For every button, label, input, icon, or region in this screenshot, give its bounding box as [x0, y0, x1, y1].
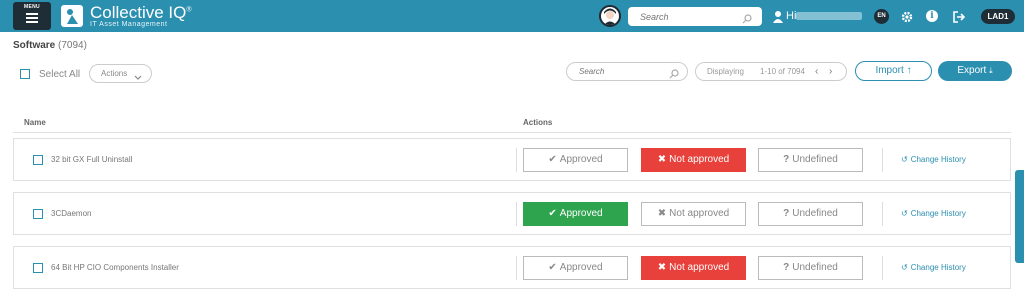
column-header-actions: Actions — [523, 118, 553, 127]
row-checkbox[interactable] — [33, 263, 43, 273]
user-icon — [773, 10, 783, 28]
gear-icon[interactable] — [901, 10, 913, 28]
range-label: 1-10 of 7094 — [760, 67, 805, 76]
software-name[interactable]: 64 Bit HP CIO Components Installer — [51, 263, 179, 272]
actions-label: Actions — [101, 69, 128, 78]
pagination: Displaying 1-10 of 7094 ‹ › — [695, 62, 847, 81]
brand-subtitle: IT Asset Management — [90, 21, 168, 28]
change-history-link[interactable]: ↺ Change History — [901, 155, 966, 164]
column-header-name[interactable]: Name — [24, 118, 46, 127]
info-icon[interactable]: i — [926, 10, 938, 22]
header-divider — [13, 132, 1011, 133]
global-search-input[interactable] — [628, 7, 738, 26]
close-icon: ✖ — [657, 262, 667, 273]
site-badge[interactable]: LAD1 — [981, 9, 1015, 24]
language-selector[interactable]: EN — [874, 9, 889, 24]
row-checkbox[interactable] — [33, 209, 43, 219]
close-icon: ✖ — [657, 208, 667, 219]
divider — [882, 256, 883, 280]
list-search-input[interactable] — [567, 63, 667, 80]
select-all-label[interactable]: Select All — [39, 69, 80, 80]
table-row: 32 bit GX Full Uninstall ✔ Approved ✖ Not ap… — [13, 138, 1011, 181]
actions-dropdown[interactable]: Actions — [89, 64, 152, 83]
top-bar: MENU Collective IQ® IT Asset Management … — [0, 0, 1024, 32]
divider — [516, 202, 517, 226]
logo-icon — [61, 5, 83, 27]
export-icon: ⤓ — [989, 66, 993, 75]
greeting[interactable]: Hi — [786, 10, 796, 22]
question-icon: ? — [783, 154, 790, 165]
arrow-up-icon: ↑ — [906, 65, 912, 76]
approved-button[interactable]: ✔ Approved — [523, 202, 628, 226]
divider — [882, 202, 883, 226]
side-panel-tab[interactable] — [1015, 170, 1024, 263]
undefined-button[interactable]: ? Undefined — [758, 202, 863, 226]
change-history-link[interactable]: ↺ Change History — [901, 209, 966, 218]
software-name[interactable]: 32 bit GX Full Uninstall — [51, 155, 132, 164]
import-label: Import — [875, 65, 904, 76]
logout-icon[interactable] — [953, 10, 966, 28]
not-approved-button[interactable]: ✖ Not approved — [641, 148, 746, 172]
export-label: Export — [957, 65, 987, 76]
page-title: Software (7094) — [13, 40, 87, 51]
undefined-button[interactable]: ? Undefined — [758, 256, 863, 280]
check-icon: ✔ — [548, 208, 557, 219]
list-search — [566, 62, 688, 81]
history-icon: ↺ — [901, 263, 908, 272]
approved-button[interactable]: ✔ Approved — [523, 148, 628, 172]
import-button[interactable]: Import ↑ — [855, 61, 932, 81]
change-history-link[interactable]: ↺ Change History — [901, 263, 966, 272]
menu-label: MENU — [24, 4, 40, 10]
global-search — [628, 7, 762, 26]
brand-title: Collective IQ® — [90, 3, 192, 22]
check-icon: ✔ — [548, 154, 557, 165]
hamburger-icon — [26, 13, 38, 25]
divider — [516, 148, 517, 172]
select-all-checkbox[interactable] — [20, 69, 30, 79]
chevron-down-icon — [134, 70, 142, 87]
prev-page-button[interactable]: ‹ — [815, 63, 818, 80]
redacted-user-name — [796, 12, 862, 20]
question-icon: ? — [783, 262, 790, 273]
divider — [882, 148, 883, 172]
not-approved-button[interactable]: ✖ Not approved — [641, 256, 746, 280]
table-row: 64 Bit HP CIO Components Installer ✔ Appro… — [13, 246, 1011, 289]
displaying-label: Displaying — [707, 67, 744, 76]
history-icon: ↺ — [901, 155, 908, 164]
divider — [516, 256, 517, 280]
avatar[interactable] — [599, 5, 621, 27]
menu-button[interactable]: MENU — [13, 2, 51, 30]
undefined-button[interactable]: ? Undefined — [758, 148, 863, 172]
search-icon[interactable] — [669, 66, 679, 84]
row-checkbox[interactable] — [33, 155, 43, 165]
table-row: 3CDaemon ✔ Approved ✖ Not approved ? Undefined… — [13, 192, 1011, 235]
question-icon: ? — [783, 208, 790, 219]
close-icon: ✖ — [657, 154, 667, 165]
page-count: (7094) — [58, 40, 87, 51]
approved-button[interactable]: ✔ Approved — [523, 256, 628, 280]
software-name[interactable]: 3CDaemon — [51, 209, 91, 218]
search-icon[interactable] — [742, 11, 752, 29]
check-icon: ✔ — [548, 262, 557, 273]
history-icon: ↺ — [901, 209, 908, 218]
export-button[interactable]: Export ⤓ — [938, 61, 1012, 81]
next-page-button[interactable]: › — [829, 63, 832, 80]
not-approved-button[interactable]: ✖ Not approved — [641, 202, 746, 226]
